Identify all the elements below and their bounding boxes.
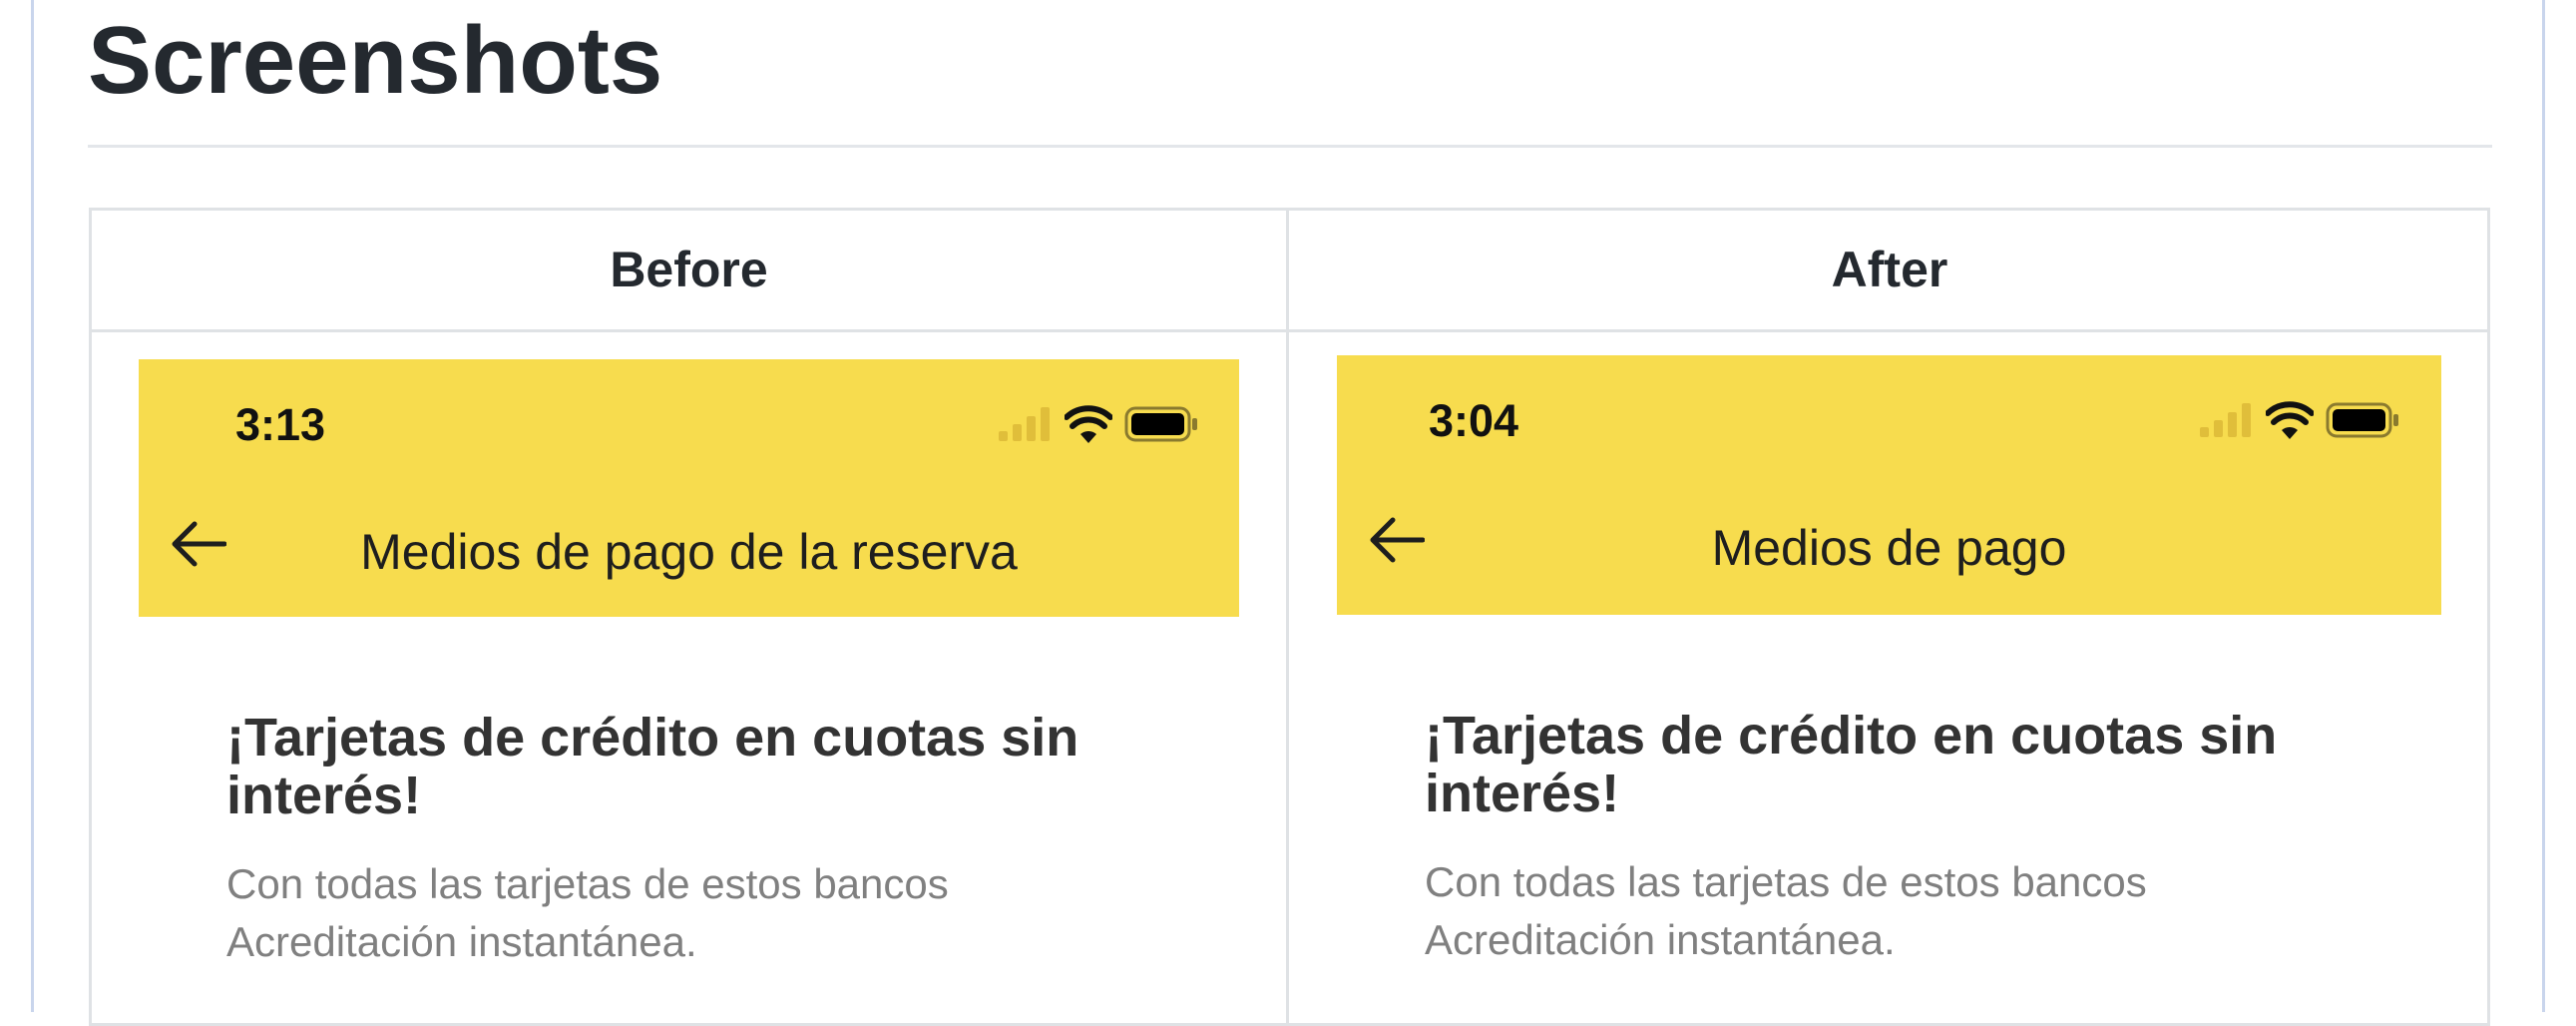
nav-title: Medios de pago de la reserva (360, 524, 1018, 580)
promo-line-1: Con todas las tarjetas de estos bancos (1425, 858, 2147, 905)
after-app-bar: 3:04 Medios de pago (1337, 355, 2441, 615)
promo-description: Con todas las tarjetas de estos bancos A… (226, 855, 1224, 971)
wifi-icon (2266, 401, 2314, 439)
status-icons (999, 405, 1198, 443)
status-time: 3:04 (1429, 395, 1519, 446)
promo-title: ¡Tarjetas de crédito en cuotas sin inter… (226, 708, 1079, 825)
battery-icon (1124, 406, 1197, 442)
cellular-signal-icon (999, 407, 1050, 441)
promo-title: ¡Tarjetas de crédito en cuotas sin inter… (1425, 706, 2278, 823)
promo-line-2: Acreditación instantánea. (226, 918, 697, 965)
header-row-divider (89, 329, 2490, 332)
section-heading: Screenshots (88, 7, 663, 114)
heading-divider (88, 145, 2492, 148)
status-time: 3:13 (235, 399, 326, 450)
left-border (31, 0, 34, 1012)
column-header-before: Before (610, 242, 768, 297)
promo-line-1: Con todas las tarjetas de estos bancos (226, 860, 949, 907)
before-app-bar: 3:13 Medios de pago de la reserva (139, 359, 1239, 617)
nav-title: Medios de pago (1711, 520, 2067, 576)
status-icons (2200, 401, 2399, 439)
battery-icon (2326, 402, 2398, 438)
promo-line-2: Acreditación instantánea. (1425, 916, 1896, 963)
wifi-icon (1065, 405, 1112, 443)
right-border (2542, 0, 2545, 1012)
promo-description: Con todas las tarjetas de estos bancos A… (1425, 853, 2422, 969)
column-header-after: After (1831, 242, 1948, 297)
cellular-signal-icon (2200, 403, 2251, 437)
